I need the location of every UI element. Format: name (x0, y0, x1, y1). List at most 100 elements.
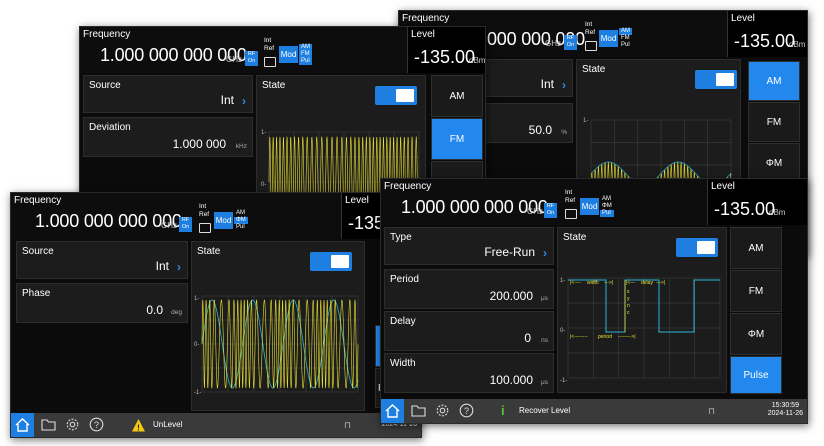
window-phase-modulation: Frequency 1.000 000 000 000 GHz RF On Int… (10, 192, 422, 438)
home-button[interactable] (381, 399, 404, 423)
folder-icon[interactable] (41, 417, 56, 432)
help-icon[interactable]: ? (459, 403, 474, 418)
state-toggle[interactable] (310, 252, 352, 271)
source-value: Int (540, 77, 554, 91)
type-panel[interactable]: Type Free-Run › (384, 227, 554, 265)
tab-pulse[interactable]: Pulse (730, 356, 782, 394)
state-label: State (563, 232, 587, 243)
period-panel[interactable]: Period 200.000 μs (384, 269, 554, 309)
sync-y: y (627, 296, 630, 302)
source-label: Source (89, 80, 121, 91)
tab-fm[interactable]: FM (730, 270, 782, 312)
lock-icon (565, 209, 577, 219)
level-box[interactable]: Level -135.00 dBm (727, 11, 807, 57)
frequency-unit: GHz (226, 55, 242, 64)
mod-am: AM (236, 210, 245, 216)
frequency-value[interactable]: 1.000 000 000 000 (100, 45, 247, 66)
mod-button[interactable]: Mod (580, 198, 599, 215)
svg-text:--->|: --->| (604, 280, 613, 286)
level-label: Level (731, 13, 755, 24)
width-value: 100.000 (489, 373, 533, 387)
level-label: Level (411, 29, 435, 40)
tab-am[interactable]: AM (431, 75, 483, 117)
state-toggle[interactable] (375, 86, 417, 105)
folder-icon[interactable] (411, 403, 426, 418)
level-box[interactable]: Level -135.00 dBm (407, 27, 486, 73)
phase-panel[interactable]: Phase 0.0 deg (16, 283, 188, 323)
plot-y-zero: 0- (261, 182, 266, 188)
chevron-right-icon: › (562, 78, 566, 92)
depth-value: 50.0 (528, 123, 552, 137)
frequency-label: Frequency (384, 181, 432, 192)
network-icon: ⊓ (708, 406, 716, 416)
rf-on-badge[interactable]: RF On (179, 217, 192, 232)
svg-text:--->|: --->| (656, 280, 665, 286)
svg-text:!: ! (137, 424, 140, 433)
tab-fm[interactable]: FM (748, 102, 800, 142)
gear-icon[interactable] (65, 417, 80, 432)
depth-unit: % (561, 129, 567, 136)
pulse-timing-diagram: 1- 0- -1- |<---- width --->| |<--- delay… (560, 277, 721, 384)
mod-fm: FM (621, 35, 630, 41)
source-panel[interactable]: Int › (483, 59, 573, 97)
frequency-value[interactable]: 1.000 000 000 000 (401, 197, 548, 218)
gear-icon[interactable] (435, 403, 450, 418)
svg-text:|<--------: |<-------- (570, 334, 588, 340)
svg-text:-------->|: -------->| (618, 334, 636, 340)
tab-phim[interactable]: ΦM (748, 143, 800, 183)
type-value: Free-Run (484, 245, 535, 259)
deviation-panel[interactable]: Deviation 1.000 000 kHz (83, 117, 253, 157)
level-unit: dBm (469, 56, 486, 65)
mod-pul: Pul (600, 210, 614, 217)
frequency-label: Frequency (83, 29, 131, 40)
level-value: -135.00 (414, 47, 476, 67)
svg-text:|<----: |<---- (570, 280, 581, 286)
mod-fm: FM (299, 51, 312, 58)
header: Frequency 1.000 000 000 000 GHz RF On Int… (80, 27, 485, 73)
state-toggle[interactable] (676, 238, 718, 257)
width-panel[interactable]: Width 100.000 μs (384, 353, 554, 393)
mod-button[interactable]: Mod (279, 46, 298, 63)
state-panel: State 1- 0- -1- |<---- width --->| |<---… (557, 227, 727, 393)
delay-annotation: delay (641, 280, 653, 286)
level-unit: dBm (769, 208, 786, 217)
source-panel[interactable]: Source Int › (83, 75, 253, 113)
mod-button[interactable]: Mod (599, 30, 618, 47)
rf-on-badge[interactable]: RF On (544, 203, 557, 218)
frequency-unit: GHz (161, 221, 177, 230)
level-value: -135.00 (714, 199, 776, 219)
deviation-unit: kHz (235, 143, 247, 150)
rf-on-badge[interactable]: RF On (245, 51, 258, 66)
level-label: Level (711, 181, 735, 192)
level-box[interactable]: Level -135.00 dBm (707, 179, 807, 225)
tab-am[interactable]: AM (730, 227, 782, 269)
delay-value: 0 (524, 331, 531, 345)
phase-unit: deg (171, 309, 182, 316)
frequency-value[interactable]: 1.000 000 000 000 (35, 211, 182, 232)
plot-y-zero: 0- (560, 328, 565, 334)
int-ref-label: Int Ref (264, 37, 275, 52)
window-pulse-modulation: Frequency 1.000 000 000 000 GHz RF On Int… (380, 178, 808, 424)
rf-on-badge[interactable]: RF On (564, 35, 577, 50)
tab-phim[interactable]: ΦM (730, 313, 782, 355)
info-icon: i (501, 403, 505, 418)
mod-button[interactable]: Mod (214, 212, 233, 229)
mod-list: AM ΦM Pul (600, 196, 614, 217)
frequency-label: Frequency (402, 13, 450, 24)
plot-y-top: 1- (194, 296, 199, 302)
phase-label: Phase (22, 288, 51, 299)
header: Frequency 1.000 000 000 000 GHz RF On Int… (11, 193, 421, 239)
state-toggle[interactable] (695, 70, 737, 89)
tab-am[interactable]: AM (748, 61, 800, 101)
frequency-label: Frequency (14, 195, 62, 206)
tab-fm[interactable]: FM (431, 118, 483, 160)
svg-text:?: ? (464, 406, 469, 416)
source-panel[interactable]: Source Int › (16, 241, 188, 279)
home-button[interactable] (11, 413, 34, 437)
source-label: Source (22, 246, 54, 257)
network-icon: ⊓ (344, 420, 352, 430)
status-text: UnLevel (153, 420, 183, 429)
depth-panel[interactable]: 50.0 % (483, 103, 573, 143)
delay-panel[interactable]: Delay 0 ns (384, 311, 554, 351)
help-icon[interactable]: ? (89, 417, 104, 432)
